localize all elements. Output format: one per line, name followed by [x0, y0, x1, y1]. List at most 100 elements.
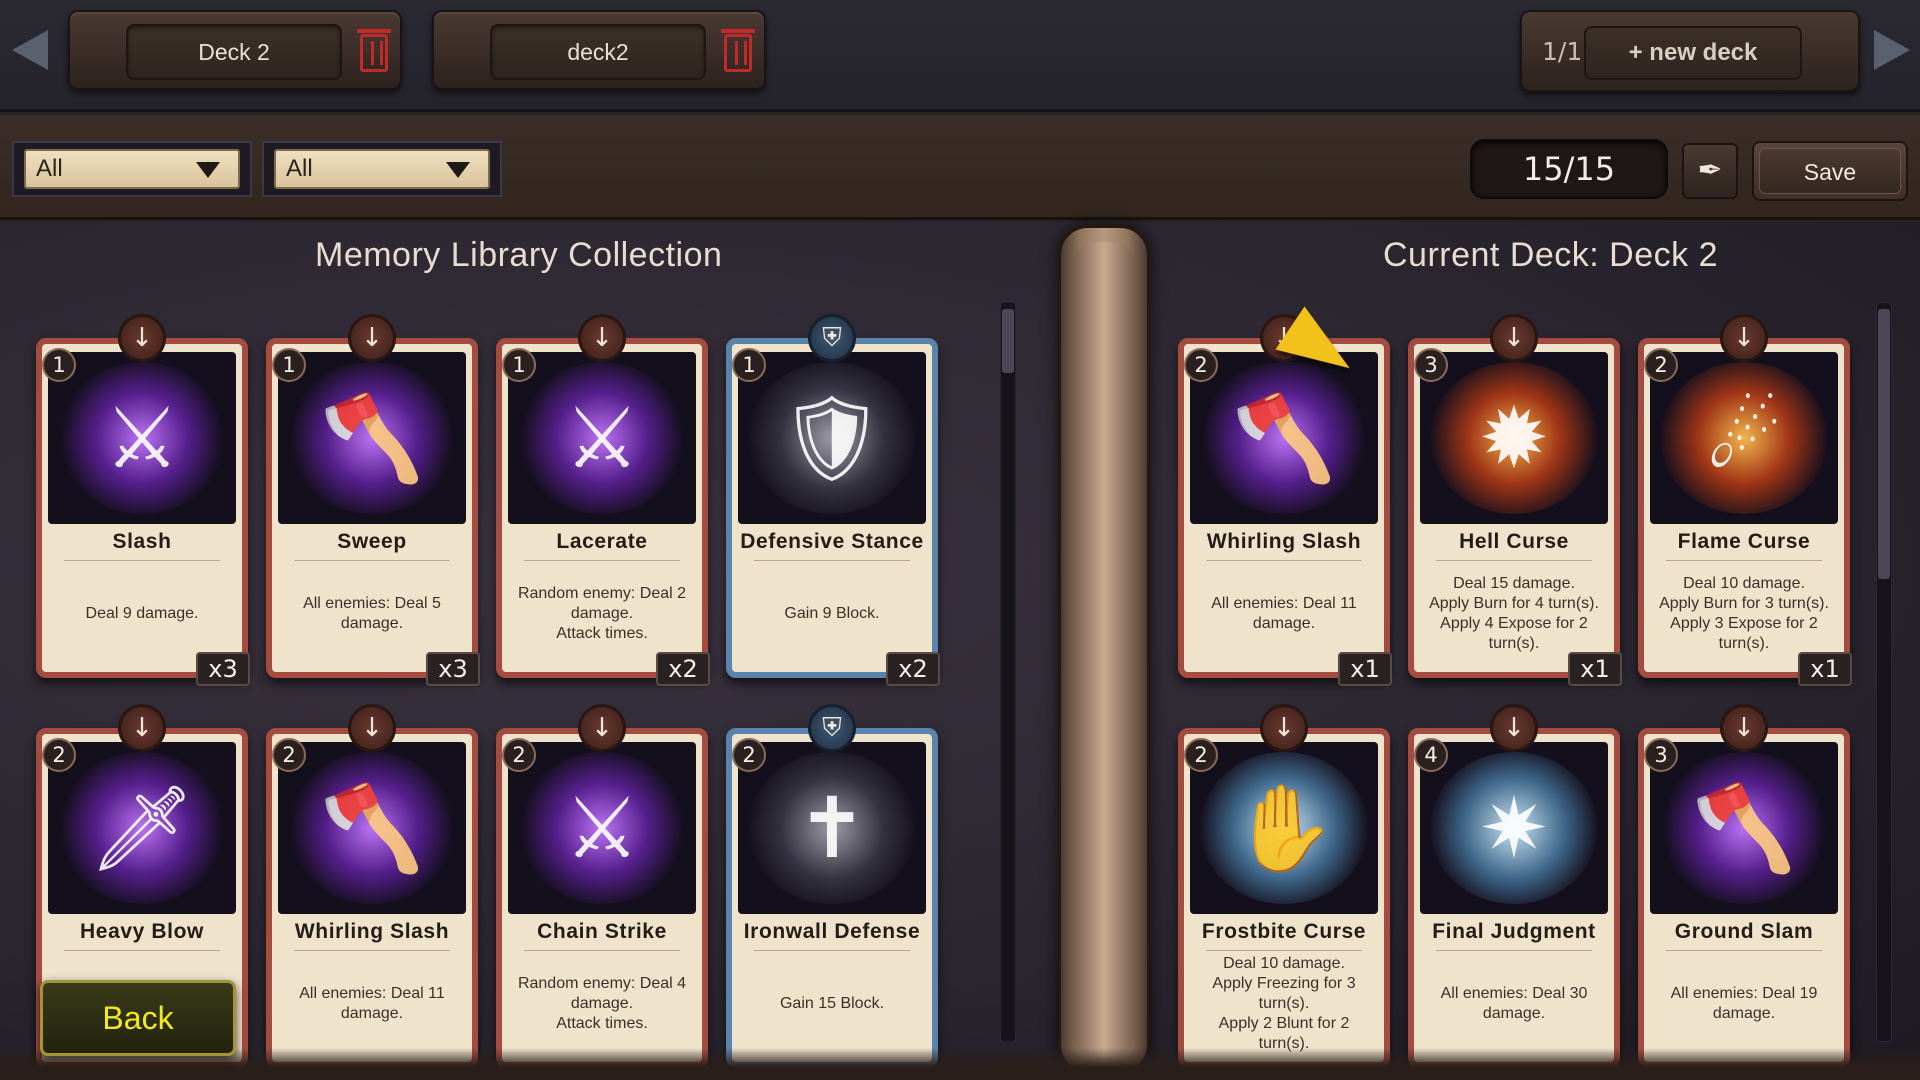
card-name: Lacerate — [556, 530, 648, 553]
card-name: Heavy Blow — [80, 920, 204, 943]
card-quantity: x1 — [1568, 652, 1622, 686]
card-cost: 2 — [272, 738, 306, 772]
card-cost: 2 — [1184, 348, 1218, 382]
card[interactable]: ✹ 3 ↓ Hell Curse Deal 15 damage. Apply B… — [1408, 314, 1622, 686]
card-description: Deal 10 damage. Apply Burn for 3 turn(s)… — [1659, 575, 1829, 652]
card[interactable]: ☄ 2 ↓ Flame Curse Deal 10 damage. Apply … — [1638, 314, 1852, 686]
card-cost: 1 — [502, 348, 536, 382]
card[interactable]: 🛡 1 ⛨ Defensive Stance Gain 9 Block. x2 — [726, 314, 940, 686]
card-art: ⚔ — [508, 742, 696, 914]
card-art-icon: ⚔ — [564, 779, 640, 877]
deck-tab-1[interactable]: Deck 2 — [68, 10, 402, 90]
card-name: Whirling Slash — [294, 920, 450, 943]
card-quantity: x3 — [426, 652, 480, 686]
card-cost: 1 — [732, 348, 766, 382]
card-art-icon: 🪓 — [319, 389, 425, 487]
filter-dropdown-1[interactable]: All — [12, 141, 252, 197]
card-cost: 2 — [42, 738, 76, 772]
filter-dropdown-2[interactable]: All — [262, 141, 502, 197]
card-description: Gain 15 Block. — [779, 995, 885, 1012]
card[interactable]: ✷ 4 ↓ Final Judgment All enemies: Deal 3… — [1408, 704, 1620, 1068]
card-description: All enemies: Deal 11 damage. — [299, 985, 445, 1022]
filter-bar: All All 15/15 ✒ Save — [0, 115, 1920, 220]
sword-icon: ↓ — [1490, 314, 1538, 362]
card[interactable]: ✝ 2 ⛨ Ironwall Defense Gain 15 Block. — [726, 704, 938, 1068]
card[interactable]: 🪓 2 ↓ Whirling Slash All enemies: Deal 1… — [1178, 314, 1392, 686]
card-cost: 2 — [502, 738, 536, 772]
card-cost: 1 — [272, 348, 306, 382]
card-quantity: x2 — [886, 652, 940, 686]
sword-icon: ↓ — [348, 314, 396, 362]
card[interactable]: ⚔ 2 ↓ Chain Strike Random enemy: Deal 4 … — [496, 704, 708, 1068]
card-art-icon: 🛡 — [778, 389, 886, 487]
card[interactable]: ⚔ 1 ↓ Lacerate Random enemy: Deal 2 dama… — [496, 314, 710, 686]
card-description: Deal 10 damage. Apply Freezing for 3 tur… — [1212, 956, 1356, 1052]
card-art: ✝ — [738, 742, 926, 914]
card-description: All enemies: Deal 30 damage. — [1440, 985, 1588, 1022]
chevron-down-icon — [446, 162, 470, 178]
card-art-icon: ✋ — [1231, 779, 1337, 877]
card-cost: 2 — [1184, 738, 1218, 772]
book-spine — [1058, 225, 1150, 1075]
card-art-icon: ☄ — [1706, 389, 1782, 487]
card-art: 🗡 — [48, 742, 236, 914]
card-art: 🪓 — [278, 742, 466, 914]
deck-scrollbar[interactable] — [1876, 302, 1892, 1042]
card-cost: 3 — [1414, 348, 1448, 382]
save-button[interactable]: Save — [1752, 141, 1908, 201]
card-cost: 2 — [732, 738, 766, 772]
rename-quill-icon[interactable]: ✒ — [1682, 143, 1738, 199]
delete-deck-icon[interactable] — [721, 29, 755, 72]
card[interactable]: 🪓 1 ↓ Sweep All enemies: Deal 5 damage. … — [266, 314, 480, 686]
library-title: Memory Library Collection — [315, 236, 723, 274]
library-scrollbar[interactable] — [1000, 302, 1016, 1042]
card-name: Frostbite Curse — [1201, 920, 1367, 943]
card[interactable]: ✋ 2 ↓ Frostbite Curse Deal 10 damage. Ap… — [1178, 704, 1390, 1068]
prev-arrow-icon[interactable] — [12, 30, 48, 70]
card-name: Slash — [112, 530, 172, 553]
back-button[interactable]: Back — [40, 980, 236, 1056]
card-art-icon: 🪓 — [1231, 389, 1337, 487]
card-description: Random enemy: Deal 4 damage. Attack time… — [517, 975, 687, 1032]
current-deck-title: Current Deck: Deck 2 — [1383, 236, 1718, 274]
sword-icon: ↓ — [348, 704, 396, 752]
card-art: 🪓 — [278, 352, 466, 524]
deck-page-count: 1/1 — [1542, 37, 1583, 66]
card-description: All enemies: Deal 19 damage. — [1670, 985, 1818, 1022]
library-scrollbar-thumb[interactable] — [1002, 309, 1014, 373]
card-art: ✷ — [1420, 742, 1608, 914]
card-art: 🪓 — [1190, 352, 1378, 524]
delete-deck-icon[interactable] — [357, 29, 391, 72]
new-deck-button[interactable]: + new deck — [1584, 26, 1802, 80]
sword-icon: ↓ — [578, 704, 626, 752]
deck-tabs-bar: Deck 2 deck2 1/1 + new deck — [0, 0, 1920, 112]
card[interactable]: 🪓 3 ↓ Ground Slam All enemies: Deal 19 d… — [1638, 704, 1850, 1068]
card-cost: 4 — [1414, 738, 1448, 772]
card-quantity: x1 — [1338, 652, 1392, 686]
deck-tab-2[interactable]: deck2 — [432, 10, 766, 90]
card-name: Flame Curse — [1677, 530, 1811, 553]
sword-icon: ↓ — [578, 314, 626, 362]
card-art-icon: ✹ — [1478, 389, 1550, 487]
card-art-icon: 🪓 — [319, 779, 425, 877]
deck-scrollbar-thumb[interactable] — [1878, 309, 1890, 579]
card-art: 🪓 — [1650, 742, 1838, 914]
card-name: Ground Slam — [1674, 920, 1814, 943]
sword-icon: ↓ — [1720, 704, 1768, 752]
next-arrow-icon[interactable] — [1874, 30, 1910, 70]
deck-tab-label: deck2 — [567, 39, 629, 65]
new-deck-panel: 1/1 + new deck — [1520, 10, 1860, 92]
card-cost: 1 — [42, 348, 76, 382]
deck-builder-screen: Deck 2 deck2 1/1 + new deck All All 15/1… — [0, 0, 1920, 1080]
sword-icon: ↓ — [118, 314, 166, 362]
card-art-icon: ⚔ — [104, 389, 180, 487]
card[interactable]: 🪓 2 ↓ Whirling Slash All enemies: Deal 1… — [266, 704, 478, 1068]
footer-decor — [0, 1048, 1920, 1080]
card-description: Random enemy: Deal 2 damage. Attack time… — [517, 585, 687, 642]
card[interactable]: ⚔ 1 ↓ Slash Deal 9 damage. x3 — [36, 314, 250, 686]
card-art: ✋ — [1190, 742, 1378, 914]
card-cost: 2 — [1644, 348, 1678, 382]
card-name: Whirling Slash — [1206, 530, 1362, 553]
card-description: Deal 9 damage. — [85, 605, 199, 622]
card-art-icon: 🪓 — [1691, 779, 1797, 877]
